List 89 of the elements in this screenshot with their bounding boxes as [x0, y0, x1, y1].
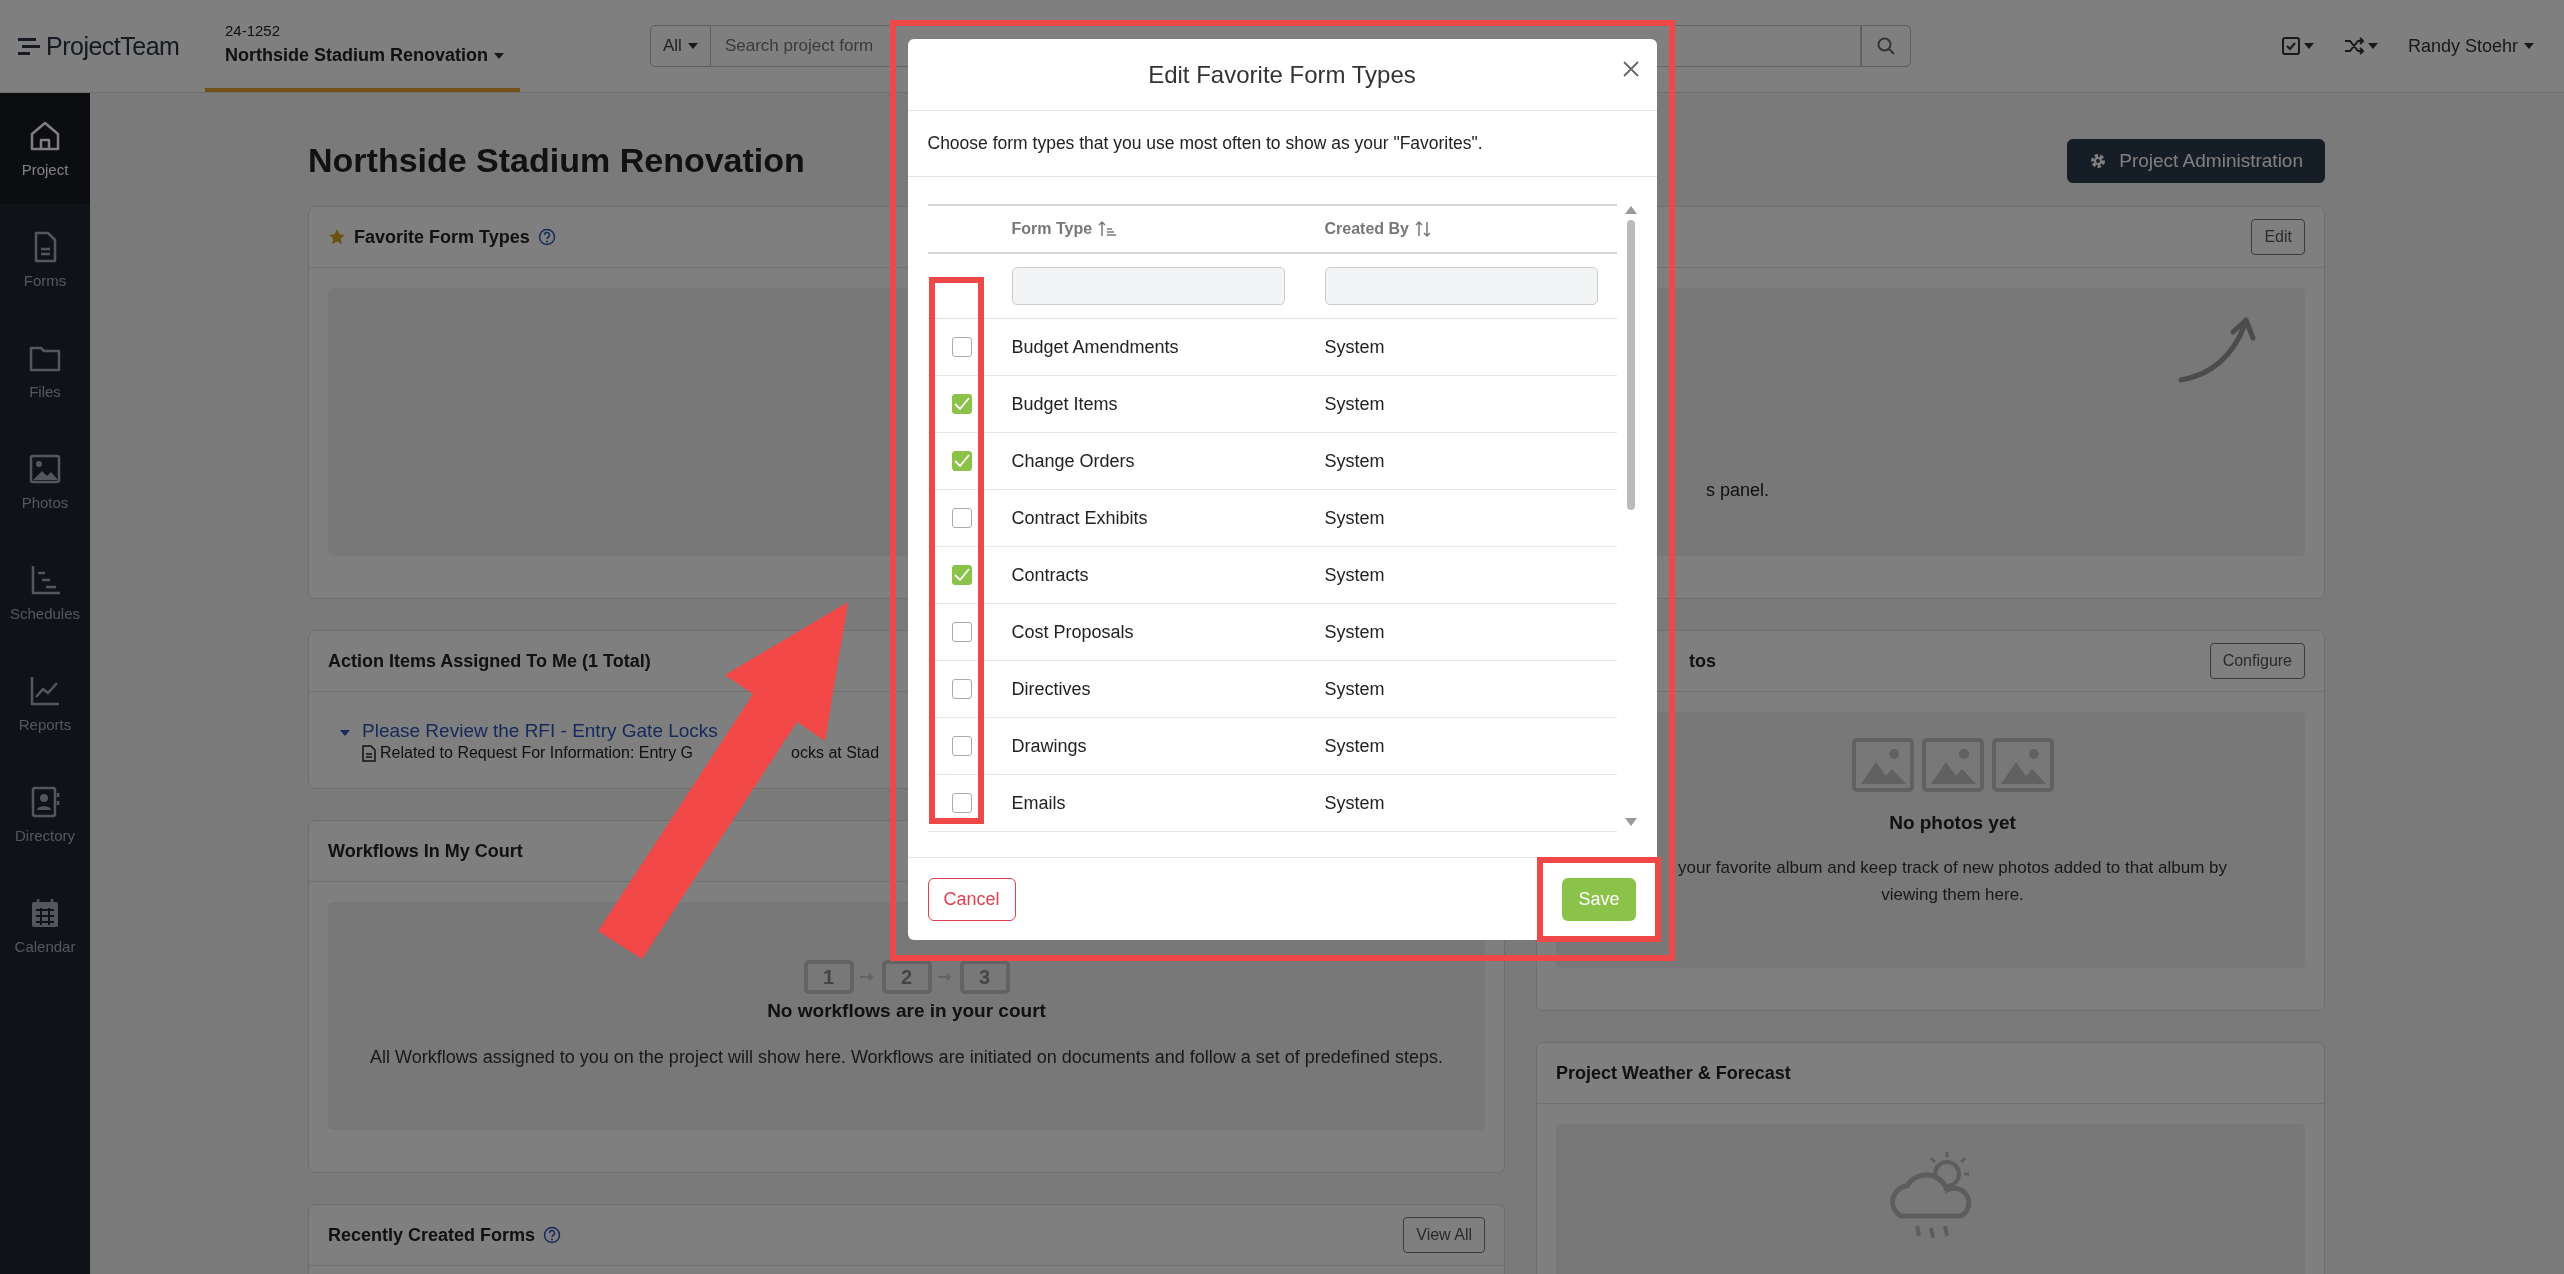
table-cell-text: Budget Amendments: [1011, 336, 1180, 358]
panel-title: Project Weather & Forecast: [1556, 1062, 1791, 1084]
project-administration-button[interactable]: Project Administration: [2067, 138, 2325, 183]
related-item-text: ocks at Stad: [791, 744, 880, 762]
scope-dropdown[interactable]: All: [650, 25, 711, 67]
image-icon: [28, 452, 62, 486]
table-cell-text: Cost Proposals: [1011, 621, 1135, 643]
filter-field[interactable]: [1324, 267, 1598, 305]
logo-text: ProjectTeam: [46, 31, 180, 61]
table-cell-text: System: [1324, 393, 1386, 415]
table-cell-text: Directives: [1011, 678, 1092, 700]
sort-icon[interactable]: [1098, 220, 1117, 238]
configure-button[interactable]: Configure: [2209, 643, 2305, 679]
table-cell-text: Contracts: [1011, 564, 1090, 586]
view-all-button[interactable]: View All: [1403, 1217, 1485, 1253]
checkbox[interactable]: [951, 736, 972, 756]
checkbox[interactable]: [951, 394, 972, 414]
project-name: Northside Stadium Renovation: [225, 45, 489, 66]
sidebar-item[interactable]: Photos: [0, 426, 90, 537]
table-cell-text: System: [1324, 507, 1386, 529]
caret-icon: [494, 52, 505, 59]
table-cell-text: Contract Exhibits: [1011, 507, 1149, 529]
checkbox[interactable]: [951, 679, 972, 699]
panel-title: Workflows In My Court: [328, 840, 523, 862]
panel-title: tos: [1689, 650, 1716, 672]
close-icon[interactable]: [1622, 61, 1639, 77]
search-icon: [1876, 37, 1895, 55]
empty-message: No photos yet: [1889, 812, 2016, 834]
related-item-text: Related to Request For Information: Entry G: [380, 744, 694, 762]
sidebar-item[interactable]: Files: [0, 315, 90, 426]
table-cell-text: Emails: [1011, 792, 1067, 814]
sort-icon[interactable]: [1415, 220, 1433, 238]
table-cell-text: Drawings: [1011, 735, 1088, 757]
star-icon: [328, 228, 346, 246]
sidebar-item[interactable]: Reports: [0, 648, 90, 759]
empty-description: All Workflows assigned to you on the project will show here. Workflows are initiated on documents and follow a set of predefined steps.: [370, 1046, 1443, 1069]
dialog-description: Choose form types that you use most often to show as your "Favorites".: [907, 111, 1657, 177]
caret-icon[interactable]: [340, 730, 350, 736]
project-selector[interactable]: 24-1252 Northside Stadium Renovation: [205, 0, 520, 92]
logo-icon: [18, 36, 40, 56]
edit-button[interactable]: Edit: [2251, 219, 2305, 255]
filter-field[interactable]: [1011, 267, 1285, 305]
checkbox[interactable]: [951, 337, 972, 357]
caret-icon: [2367, 43, 2378, 49]
checkbox-icon: [2281, 37, 2300, 55]
empty-message: No workflows are in your court: [767, 1000, 1046, 1022]
table-cell-text: System: [1324, 450, 1386, 472]
document-icon: [362, 744, 376, 762]
table-cell-text: System: [1324, 564, 1386, 586]
column-header[interactable]: Form Type: [1011, 220, 1325, 238]
save-button[interactable]: Save: [1562, 877, 1636, 921]
tasks-menu[interactable]: [2281, 37, 2314, 55]
sidebar-item[interactable]: Schedules: [0, 537, 90, 648]
table-cell-text: System: [1324, 792, 1386, 814]
sidebar-item[interactable]: Calendar: [0, 870, 90, 981]
panel-text: s panel.: [1706, 480, 1770, 501]
user-menu[interactable]: Randy Stoehr: [2407, 35, 2534, 57]
caret-icon: [2524, 43, 2534, 49]
checkbox[interactable]: [951, 565, 972, 585]
table-cell-text: System: [1324, 621, 1386, 643]
sidebar-item[interactable]: Directory: [0, 759, 90, 870]
shuffle-icon: [2343, 37, 2364, 55]
checkbox[interactable]: [951, 451, 972, 471]
switch-menu[interactable]: [2343, 37, 2378, 55]
table-cell-text: System: [1324, 678, 1386, 700]
table-cell-text: Budget Items: [1011, 393, 1119, 415]
gear-icon: [2089, 151, 2108, 170]
action-item-link[interactable]: Please Review the RFI - Entry Gate Locks: [362, 720, 718, 741]
project-number: 24-1252: [225, 22, 282, 39]
table-cell-text: Change Orders: [1011, 450, 1136, 472]
table-cell-text: System: [1324, 336, 1386, 358]
table-cell-text: System: [1324, 735, 1386, 757]
panel-title: Recently Created Forms: [328, 1224, 536, 1246]
panel-title: Favorite Form Types: [354, 226, 530, 248]
checkbox[interactable]: [951, 622, 972, 642]
line-chart-icon: [28, 674, 62, 708]
sidebar-item[interactable]: Project: [0, 93, 90, 204]
cancel-button[interactable]: Cancel: [927, 877, 1016, 921]
caret-icon: [2303, 43, 2314, 49]
search-button[interactable]: [1860, 25, 1911, 67]
empty-description: your favorite album and keep track of new photos added to that album by viewing them here.: [1676, 857, 2229, 906]
checkbox[interactable]: [951, 508, 972, 528]
page-title: Northside Stadium Renovation: [308, 141, 805, 180]
caret-icon: [687, 43, 698, 49]
checkbox[interactable]: [951, 793, 972, 813]
column-header[interactable]: Created By: [1324, 220, 1617, 238]
sidebar-item[interactable]: Forms: [0, 204, 90, 315]
home-icon: [28, 119, 62, 153]
panel-title: Action Items Assigned To Me (1 Total): [328, 650, 651, 672]
